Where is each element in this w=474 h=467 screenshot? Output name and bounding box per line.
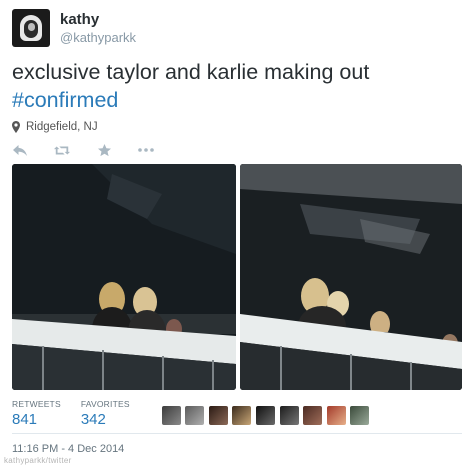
favoriter-avatar[interactable] xyxy=(303,406,323,425)
location-pin-icon xyxy=(12,121,20,133)
photo-right-image xyxy=(240,164,462,390)
tweet-location[interactable]: Ridgefield, NJ xyxy=(12,121,98,133)
tweet-body: exclusive taylor and karlie making out xyxy=(12,60,370,84)
reply-icon xyxy=(13,144,27,156)
star-icon xyxy=(97,143,111,156)
tweet-timestamp[interactable]: 11:16 PM - 4 Dec 2014 xyxy=(12,443,124,455)
favoriter-avatar[interactable] xyxy=(326,406,346,425)
more-button[interactable] xyxy=(138,143,154,157)
more-icon xyxy=(138,148,154,152)
tweet-stats: RETWEETS 841 FAVORITES 342 xyxy=(12,398,374,430)
favorites-stat[interactable]: FAVORITES 342 xyxy=(81,398,130,430)
retweet-icon xyxy=(54,146,70,154)
tweet-text: exclusive taylor and karlie making out #… xyxy=(12,58,462,114)
hashtag-link[interactable]: #confirmed xyxy=(12,86,462,114)
favoriter-avatar[interactable] xyxy=(256,406,276,425)
retweet-button[interactable] xyxy=(54,143,70,157)
favorites-count: 342 xyxy=(80,411,106,428)
author-fullname[interactable]: kathy xyxy=(60,11,136,29)
favoriter-avatar[interactable] xyxy=(279,406,299,425)
retweets-count: 841 xyxy=(12,411,38,428)
favoriter-avatar[interactable] xyxy=(208,406,228,425)
avatar[interactable] xyxy=(12,9,50,47)
tweet-photo-left[interactable] xyxy=(12,164,236,390)
retweets-label: RETWEETS xyxy=(12,399,61,409)
photo-left-image xyxy=(12,164,236,390)
tweet-photo-right[interactable] xyxy=(240,164,462,390)
image-credit: kathyparkk/twitter xyxy=(4,456,72,465)
favorites-label: FAVORITES xyxy=(80,399,130,409)
favorite-button[interactable] xyxy=(96,143,112,157)
tweet-header: kathy @kathyparkk xyxy=(12,8,136,48)
location-label: Ridgefield, NJ xyxy=(26,121,98,133)
favoriter-avatar[interactable] xyxy=(232,406,252,425)
retweets-stat[interactable]: RETWEETS 841 xyxy=(12,398,61,430)
favoriter-avatars xyxy=(161,406,374,425)
reply-button[interactable] xyxy=(12,143,28,157)
author-username[interactable]: @kathyparkk xyxy=(60,29,136,46)
favoriter-avatar[interactable] xyxy=(161,406,181,425)
favoriter-avatar[interactable] xyxy=(185,406,205,425)
author-names: kathy @kathyparkk xyxy=(60,11,136,46)
divider xyxy=(12,433,462,434)
tweet-actions xyxy=(12,143,180,157)
favoriter-avatar[interactable] xyxy=(350,406,370,425)
